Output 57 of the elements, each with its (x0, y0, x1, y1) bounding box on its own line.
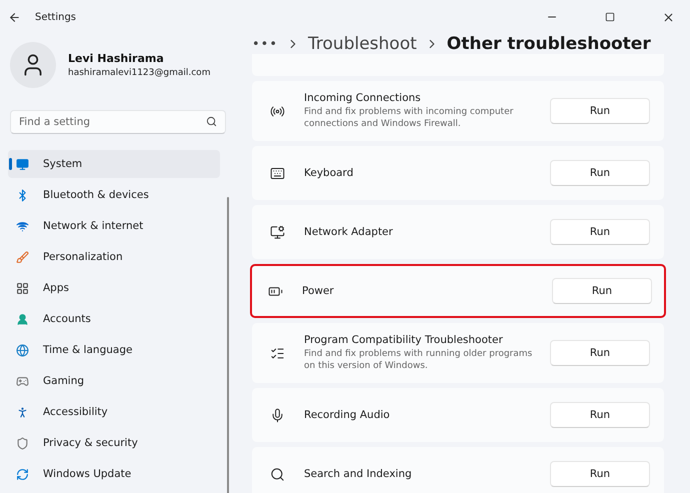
list-icon (270, 346, 285, 360)
sidebar-item[interactable]: System (8, 150, 220, 178)
run-button[interactable]: Run (552, 278, 652, 304)
sidebar-item[interactable]: Network & internet (8, 212, 220, 240)
page-title: Other troubleshooter (446, 34, 651, 54)
troubleshooter-description: Find and fix problems with running older programs on this version of Windows. (304, 348, 534, 372)
sidebar-item[interactable]: Accounts (8, 305, 220, 333)
troubleshooter-description: Find and fix problems with incoming computer connections and Windows Firewall. (304, 106, 514, 130)
scrollbar[interactable] (227, 197, 229, 493)
gamepad-icon (16, 374, 29, 388)
troubleshooter-title: Keyboard (304, 167, 354, 179)
sidebar-item[interactable]: Privacy & security (8, 429, 220, 457)
breadcrumb-link[interactable]: Troubleshoot (308, 34, 417, 54)
more-button[interactable]: ••• (252, 36, 278, 52)
troubleshooter-title: Recording Audio (304, 409, 391, 421)
globe-icon (16, 344, 29, 356)
person-icon (16, 312, 29, 326)
troubleshooter-title: Network Adapter (304, 226, 394, 238)
run-button[interactable]: Run (550, 402, 650, 428)
sidebar-item[interactable]: Accessibility (8, 398, 220, 426)
computer-icon (270, 224, 285, 240)
search-icon (270, 466, 285, 482)
run-button[interactable]: Run (550, 98, 650, 124)
sidebar-item[interactable]: Personalization (8, 243, 220, 271)
apps-icon (16, 282, 29, 294)
troubleshooter-title: Incoming Connections (304, 92, 422, 104)
troubleshooter-title: Search and Indexing (304, 468, 413, 480)
profile-email: hashiramalevi1123@gmail.com (68, 68, 210, 78)
maximize-icon (605, 12, 615, 22)
keyboard-icon (270, 166, 285, 180)
bluetooth-icon (16, 188, 29, 202)
sidebar-item[interactable]: Bluetooth & devices (8, 181, 220, 209)
microphone-icon (270, 408, 285, 422)
profile-name: Levi Hashirama (68, 52, 165, 65)
run-button[interactable]: Run (550, 340, 650, 366)
sidebar-item[interactable]: Time & language (8, 336, 220, 364)
run-button[interactable]: Run (550, 160, 650, 186)
wifi-icon (16, 220, 29, 232)
sidebar-item[interactable]: Apps (8, 274, 220, 302)
brush-icon (16, 250, 29, 264)
monitor-icon (16, 158, 29, 170)
search-icon (206, 116, 217, 127)
antenna-icon (270, 104, 285, 118)
troubleshooter-title: Power (302, 285, 335, 297)
troubleshooter-title: Program Compatibility Troubleshooter (304, 334, 504, 346)
back-icon[interactable] (8, 10, 21, 24)
sidebar-item[interactable]: Windows Update (8, 460, 220, 488)
window-title: Settings (35, 12, 78, 22)
avatar (10, 42, 56, 88)
update-icon (16, 468, 29, 480)
sidebar-item[interactable]: Gaming (8, 367, 220, 395)
run-button[interactable]: Run (550, 461, 650, 487)
shield-icon (16, 436, 29, 450)
accessibility-icon (16, 406, 29, 418)
run-button[interactable]: Run (550, 219, 650, 245)
search-field[interactable]: Find a setting (10, 110, 226, 134)
close-icon (662, 10, 674, 24)
